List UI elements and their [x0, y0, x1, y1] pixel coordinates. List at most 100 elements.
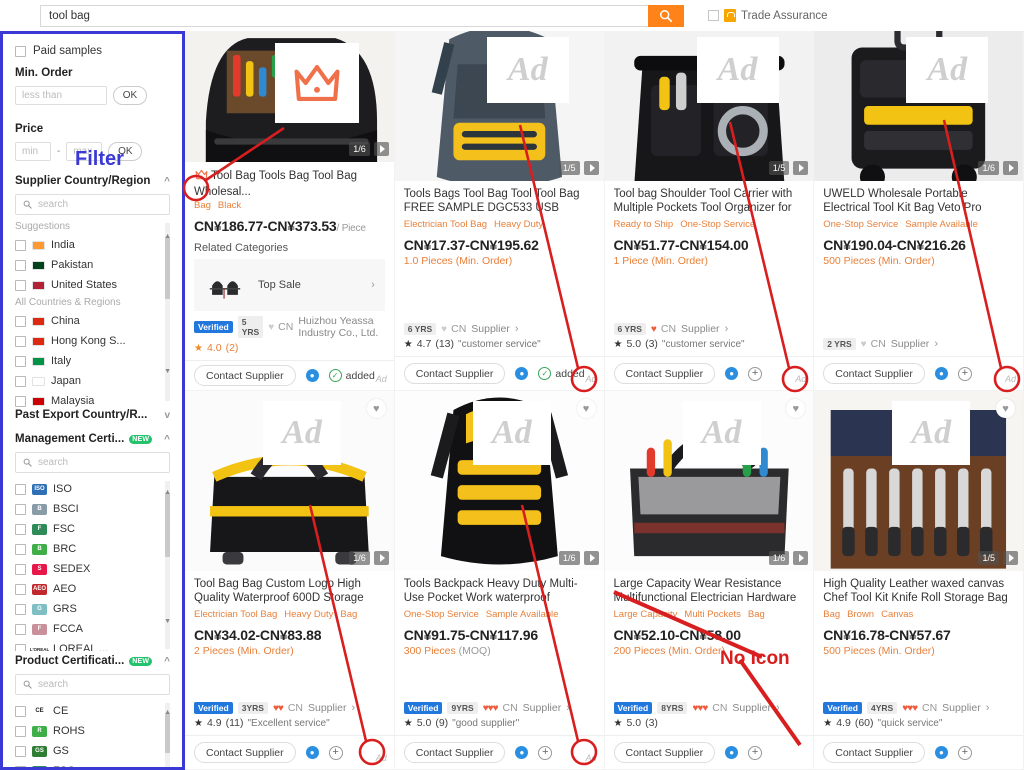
- product-tag[interactable]: Canvas: [881, 609, 913, 620]
- product-tag[interactable]: Black: [218, 200, 241, 211]
- add-to-inquiry-button[interactable]: +: [748, 745, 763, 760]
- scroll-up-icon[interactable]: ▲: [164, 233, 171, 240]
- product-title[interactable]: Tool Bag Tools Bag Tool Bag Wholesal...: [194, 168, 385, 196]
- certification-checkbox[interactable]: [15, 603, 26, 615]
- contact-supplier-button[interactable]: Contact Supplier: [403, 363, 506, 384]
- certification-checkbox[interactable]: [15, 503, 26, 515]
- certification-checkbox[interactable]: [15, 483, 26, 495]
- trade-assurance-checkbox[interactable]: [708, 10, 719, 21]
- product-tag[interactable]: Sample Available: [486, 609, 559, 620]
- product-cert-heading[interactable]: Product Certificati... NEW ^: [15, 655, 170, 667]
- supplier-name[interactable]: Supplier: [681, 323, 720, 335]
- min-order-ok-button[interactable]: OK: [113, 86, 147, 105]
- management-cert-search-input[interactable]: search: [15, 452, 170, 473]
- country-filter-item[interactable]: Japan: [15, 371, 160, 391]
- certification-filter-item[interactable]: B BSCI: [15, 499, 160, 519]
- product-tag[interactable]: Ready to Ship: [614, 219, 674, 230]
- product-cert-search-input[interactable]: search: [15, 674, 170, 695]
- next-image-button[interactable]: [1003, 551, 1018, 565]
- certification-checkbox[interactable]: [15, 765, 26, 767]
- country-filter-item[interactable]: China: [15, 311, 160, 331]
- product-tag[interactable]: One-Stop Service: [680, 219, 755, 230]
- favorite-heart-icon[interactable]: ♥: [576, 399, 596, 418]
- certification-filter-item[interactable]: F FSC: [15, 519, 160, 539]
- product-card[interactable]: Ad 1/5 Tool bag Shoulder Tool Carrier with…: [604, 31, 814, 390]
- product-image-area[interactable]: 1/6: [185, 31, 394, 163]
- country-checkbox[interactable]: [15, 239, 26, 251]
- contact-supplier-button[interactable]: Contact Supplier: [613, 742, 716, 763]
- scroll-up-icon[interactable]: ▲: [164, 489, 170, 496]
- add-to-inquiry-button[interactable]: +: [538, 745, 553, 760]
- product-tag[interactable]: Bag: [748, 609, 765, 620]
- scroll-down-icon[interactable]: ▼: [164, 618, 170, 625]
- chat-now-icon[interactable]: ●: [934, 746, 948, 759]
- certification-checkbox[interactable]: [15, 643, 26, 651]
- country-checkbox[interactable]: [15, 355, 26, 367]
- favorite-heart-icon[interactable]: ♥: [366, 399, 386, 418]
- certification-checkbox[interactable]: [15, 583, 26, 595]
- related-category-item[interactable]: Top Sale ›: [194, 259, 385, 312]
- product-tag[interactable]: Electrician Tool Bag: [194, 609, 277, 620]
- supplier-name[interactable]: Supplier: [891, 338, 930, 350]
- next-image-button[interactable]: [583, 551, 599, 565]
- paid-samples-checkbox[interactable]: [15, 45, 26, 57]
- certification-filter-item[interactable]: S SEDEX: [15, 559, 160, 579]
- chat-now-icon[interactable]: ●: [725, 746, 739, 759]
- product-tag[interactable]: Brown: [847, 609, 874, 620]
- product-tag[interactable]: Multi Pockets: [684, 609, 741, 620]
- country-filter-item[interactable]: United States: [15, 275, 160, 295]
- management-cert-list[interactable]: ISO ISO B BSCI F FSC B BRC S SEDEX AEO AEO G GRS F FCCA…: [15, 479, 170, 651]
- product-title[interactable]: Large Capacity Wear Resistance Multifunc…: [614, 577, 805, 605]
- product-title[interactable]: Tool Bag Bag Custom Logo High Quality Wa…: [194, 577, 385, 605]
- product-title[interactable]: Tools Bags Tool Bag Tool Tool Bag FREE S…: [404, 187, 595, 215]
- product-card[interactable]: Ad ♥ 1/5 High Quality Leather waxed canvas …: [814, 391, 1023, 769]
- certification-filter-item[interactable]: F FSC: [15, 761, 160, 767]
- contact-supplier-button[interactable]: Contact Supplier: [194, 742, 296, 763]
- chat-now-icon[interactable]: ●: [305, 369, 319, 383]
- country-checkbox[interactable]: [15, 395, 26, 407]
- add-to-inquiry-button[interactable]: +: [328, 745, 343, 760]
- supplier-name[interactable]: Supplier: [308, 702, 347, 714]
- certification-checkbox[interactable]: [15, 543, 26, 555]
- next-image-button[interactable]: [373, 551, 389, 565]
- add-to-inquiry-button[interactable]: +: [748, 366, 763, 381]
- product-image-area[interactable]: Ad ♥ 1/6: [185, 391, 394, 571]
- supplier-country-heading[interactable]: Supplier Country/Region ^: [15, 175, 170, 187]
- supplier-country-list[interactable]: Suggestions India Pakistan United States A…: [15, 221, 171, 407]
- product-tag[interactable]: Sample Available: [905, 219, 978, 230]
- price-min-input[interactable]: min: [15, 142, 51, 161]
- supplier-name[interactable]: Supplier: [732, 702, 771, 714]
- supplier-name[interactable]: Supplier: [523, 702, 562, 714]
- product-tag[interactable]: Bag: [194, 200, 211, 211]
- product-title[interactable]: Tools Backpack Heavy Duty Multi-Use Pock…: [404, 577, 595, 605]
- country-filter-item[interactable]: Hong Kong S...: [15, 331, 160, 351]
- product-title[interactable]: Tool bag Shoulder Tool Carrier with Mult…: [614, 187, 805, 215]
- country-filter-item[interactable]: Italy: [15, 351, 160, 371]
- add-to-inquiry-button[interactable]: +: [957, 366, 972, 381]
- certification-checkbox[interactable]: [15, 725, 26, 737]
- country-checkbox[interactable]: [15, 259, 26, 271]
- favorite-heart-icon[interactable]: ♥: [996, 399, 1015, 418]
- product-card[interactable]: 1/6 Tool Bag Tools Bag Tool Bag Wholesal.…: [185, 31, 394, 390]
- product-image-area[interactable]: Ad 1/5: [604, 31, 814, 181]
- contact-supplier-button[interactable]: Contact Supplier: [823, 742, 925, 763]
- country-filter-item[interactable]: India: [15, 235, 160, 255]
- product-tag[interactable]: Heavy Duty: [494, 219, 543, 230]
- product-tag[interactable]: Bag: [340, 609, 357, 620]
- certification-checkbox[interactable]: [15, 523, 26, 535]
- supplier-name[interactable]: Supplier: [942, 702, 981, 714]
- search-input[interactable]: tool bag: [40, 4, 648, 27]
- product-tag[interactable]: Electrician Tool Bag: [404, 219, 487, 230]
- contact-supplier-button[interactable]: Contact Supplier: [613, 363, 716, 384]
- product-title[interactable]: UWELD Wholesale Portable Electrical Tool…: [823, 187, 1014, 215]
- product-image-area[interactable]: Ad 1/5: [394, 31, 604, 181]
- country-filter-item[interactable]: Malaysia: [15, 391, 160, 411]
- product-image-area[interactable]: Ad ♥ 1/5: [814, 391, 1023, 571]
- country-checkbox[interactable]: [15, 315, 26, 327]
- product-card[interactable]: Ad ♥ 1/6 Tool Bag Bag Custom Logo High Qual…: [185, 391, 394, 769]
- trade-assurance-filter[interactable]: Trade Assurance: [708, 9, 828, 22]
- contact-supplier-button[interactable]: Contact Supplier: [823, 363, 925, 384]
- product-tag[interactable]: Large Capacity: [614, 609, 678, 620]
- certification-filter-item[interactable]: R ROHS: [15, 721, 160, 741]
- chat-now-icon[interactable]: ●: [515, 746, 529, 759]
